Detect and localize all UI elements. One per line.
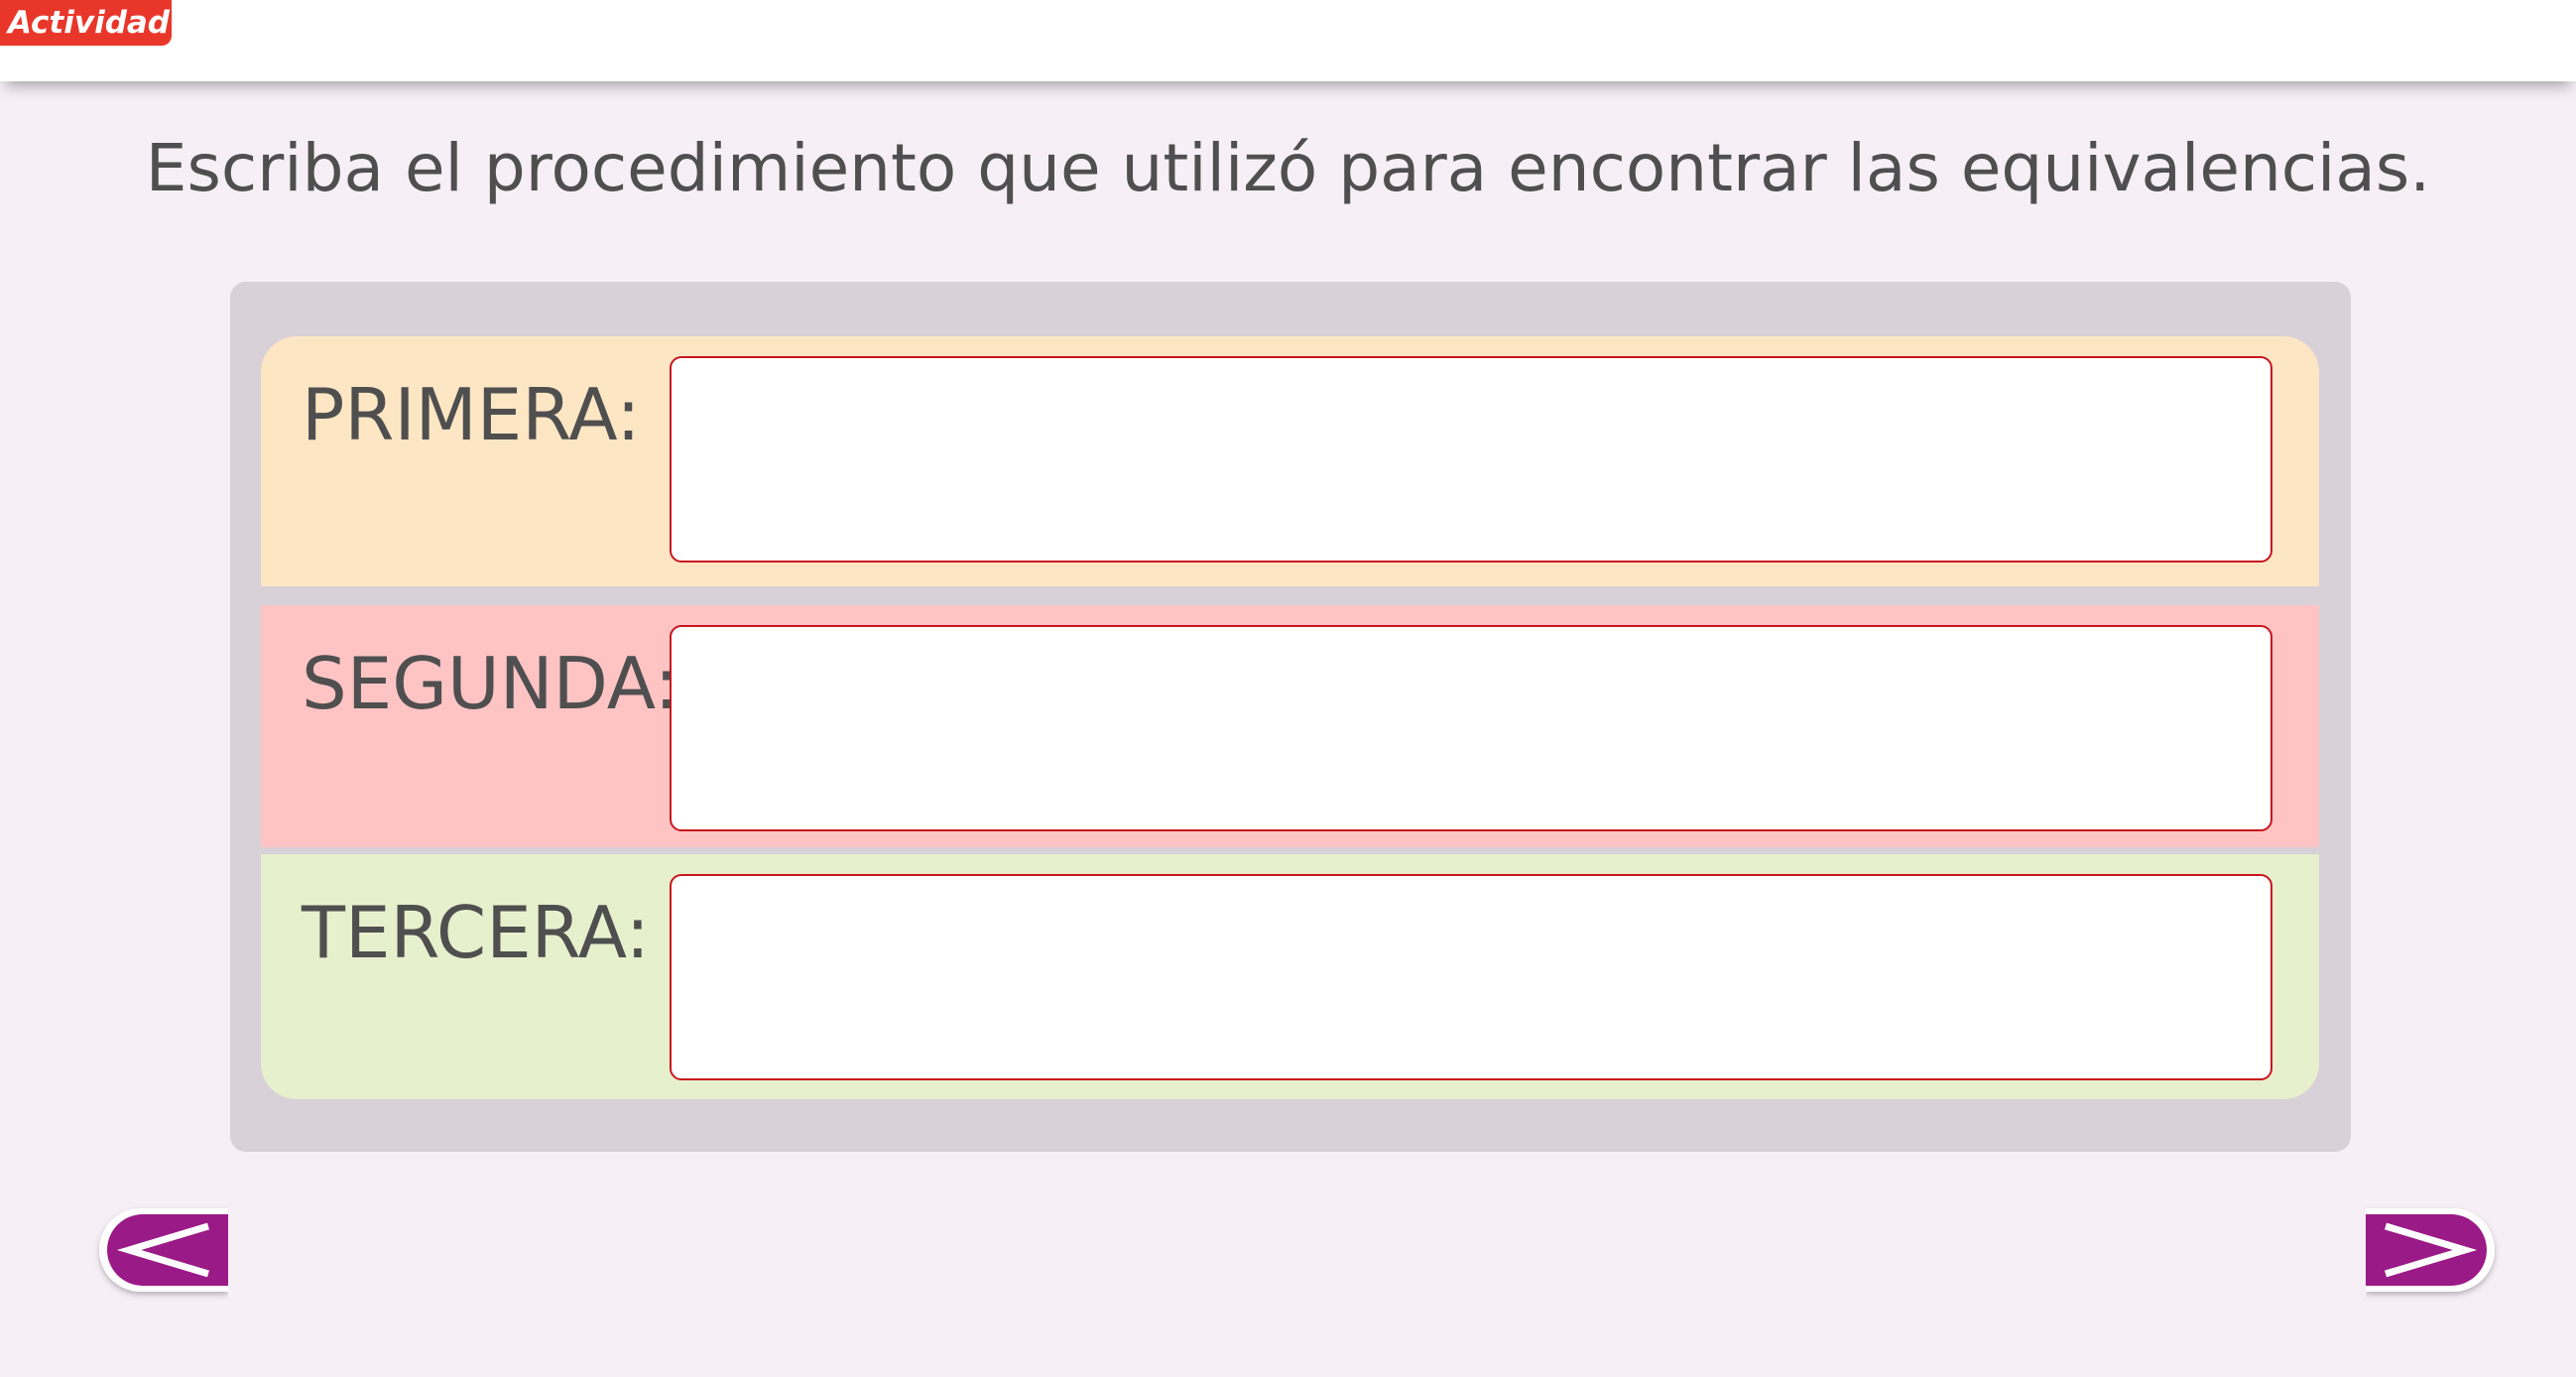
row-label-primera: PRIMERA:	[302, 373, 641, 456]
answer-input-segunda[interactable]	[670, 625, 2272, 831]
answer-input-tercera[interactable]	[670, 874, 2272, 1080]
row-primera: PRIMERA:	[261, 336, 2319, 586]
previous-button[interactable]	[81, 1179, 228, 1322]
row-label-tercera: TERCERA:	[302, 891, 651, 974]
row-label-segunda: SEGUNDA:	[302, 642, 678, 725]
row-tercera: TERCERA:	[261, 854, 2319, 1099]
instruction-text: Escriba el procedimiento que utilizó par…	[145, 130, 2431, 206]
row-segunda: SEGUNDA:	[261, 605, 2319, 847]
chevron-right-icon	[2366, 1208, 2495, 1292]
answer-panel: PRIMERA: SEGUNDA: TERCERA:	[230, 282, 2351, 1152]
chevron-left-icon	[99, 1208, 228, 1292]
activity-badge: Actividad 1	[0, 0, 201, 46]
top-bar: Actividad 1	[0, 0, 2576, 81]
next-button[interactable]	[2366, 1179, 2513, 1322]
answer-input-primera[interactable]	[670, 356, 2272, 563]
